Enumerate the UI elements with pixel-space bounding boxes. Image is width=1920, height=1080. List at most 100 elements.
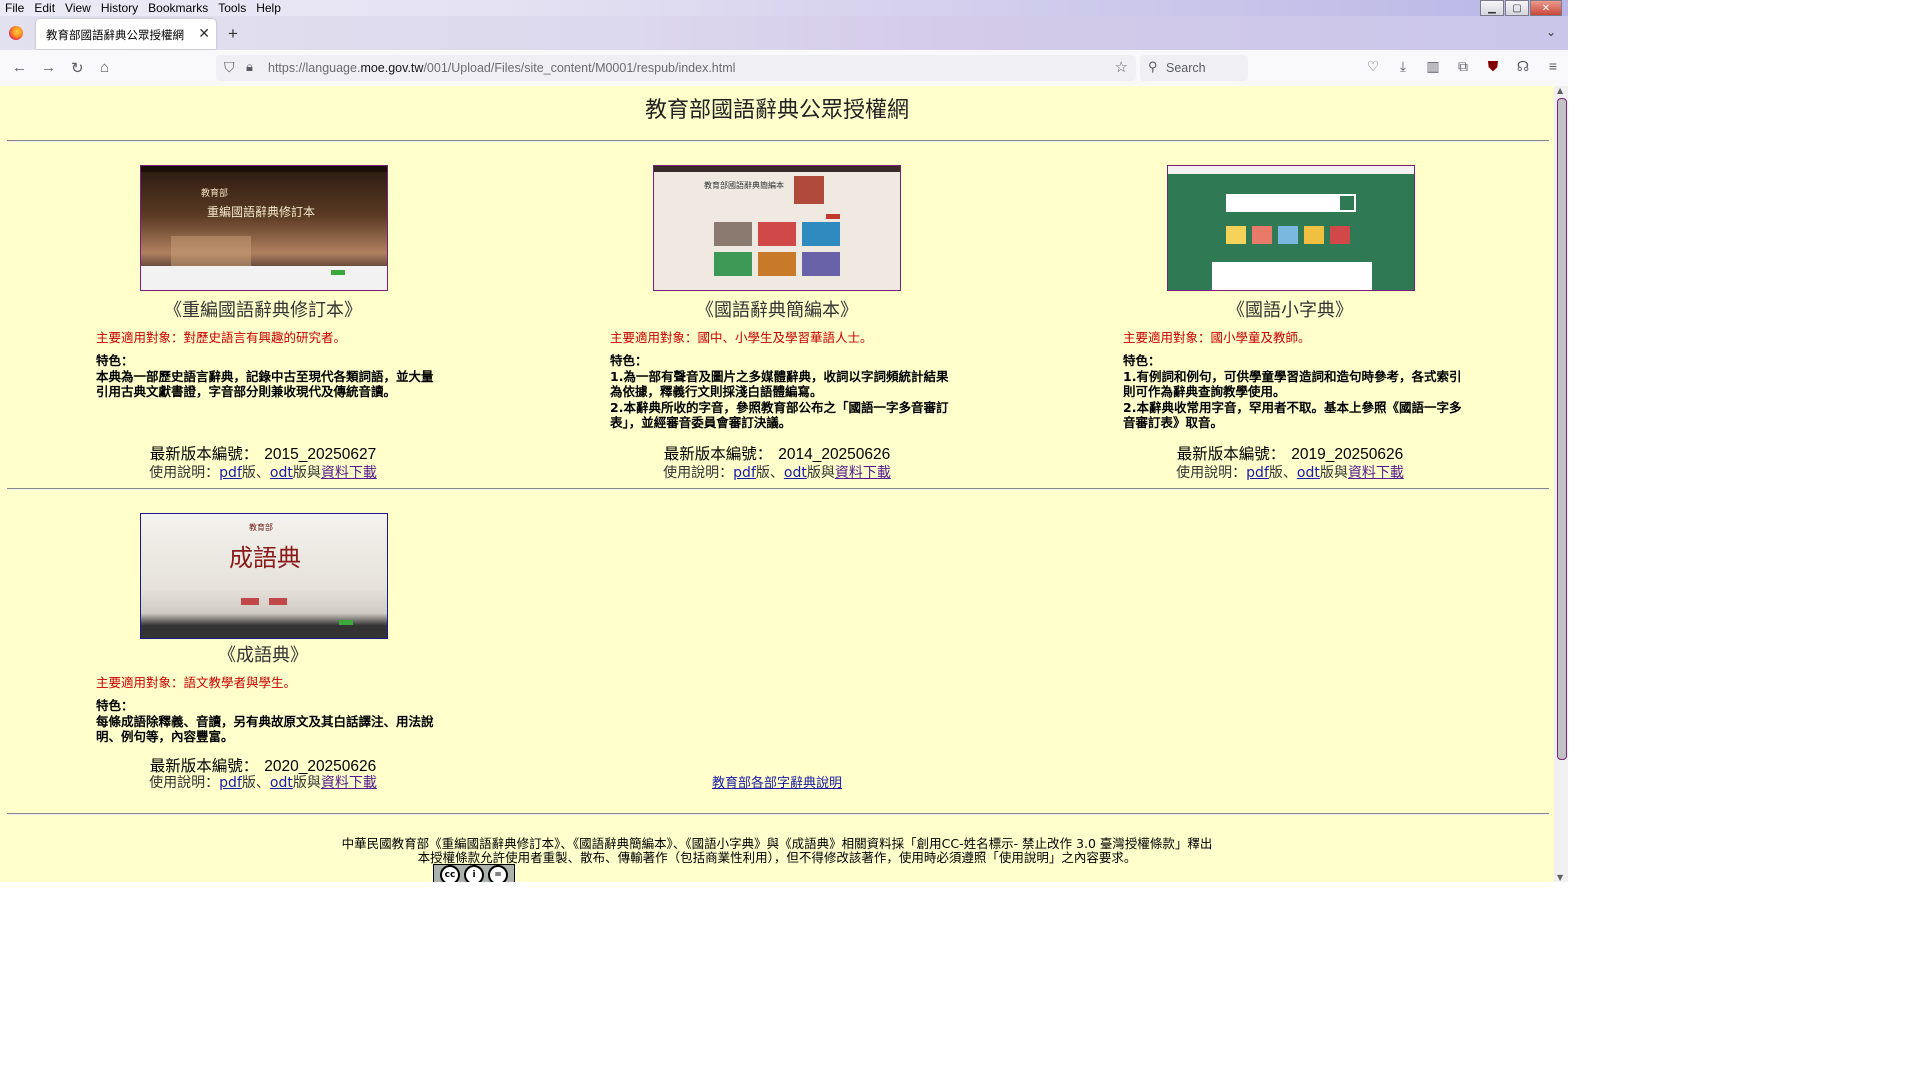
svg-text:重編國語辭典修訂本: 重編國語辭典修訂本: [207, 204, 315, 219]
reload-icon[interactable]: ↻: [71, 59, 84, 77]
footer-license-line2: 本授權條款允許使用者重製、散布、傳輸著作（包括商業性利用），但不得修改該著作，使…: [417, 850, 1137, 865]
dictionaries-explanation-link[interactable]: 教育部各部字辭典說明: [560, 772, 994, 791]
search-box[interactable]: ⚲ Search: [1140, 55, 1248, 81]
dictionary-screenshot-revised[interactable]: 教育部 重編國語辭典修訂本: [140, 165, 388, 291]
toolbar-icons: ♡ ⤓ ▥ ⧉ ⛊ ☊ ≡: [1358, 58, 1568, 75]
bookmark-star-icon[interactable]: ☆: [1115, 58, 1128, 76]
app-menu-icon[interactable]: ≡: [1538, 58, 1568, 75]
version-mini: 最新版本編號： 2019_20250626: [1100, 442, 1480, 464]
download-link[interactable]: 資料下載: [835, 465, 891, 481]
scrollbar-thumb[interactable]: [1557, 98, 1567, 760]
dictionary-title-revised: 《重編國語辭典修訂本》: [164, 300, 362, 321]
odt-suffix: 版與: [1319, 465, 1348, 481]
odt-link[interactable]: odt: [270, 465, 293, 481]
divider: [7, 488, 1549, 490]
close-window-button[interactable]: ✕: [1530, 0, 1562, 16]
forward-icon[interactable]: →: [41, 59, 56, 76]
features-text: 1.有例詞和例句，可供學童學習造詞和造句時參考，各式索引則可作為辭典查詢教學使用…: [1123, 368, 1462, 431]
downloads-icon[interactable]: ⤓: [1388, 58, 1418, 75]
dictionary-screenshot-mini[interactable]: [1167, 165, 1415, 291]
features-label: 特色：: [610, 353, 648, 368]
dictionary-screenshot-idioms[interactable]: 教育部 成語典: [140, 513, 388, 639]
download-link[interactable]: 資料下載: [1348, 465, 1404, 481]
divider: [7, 813, 1549, 815]
menu-bookmarks[interactable]: Bookmarks: [144, 1, 212, 15]
features-label: 特色：: [1123, 353, 1161, 368]
mini-dict-preview-image: [1168, 166, 1414, 290]
odt-link[interactable]: odt: [270, 775, 293, 791]
features-concised: 特色： 1.為一部有聲音及圖片之多媒體辭典，收詞以字詞頻統計結果為依據，釋義行文…: [610, 353, 950, 431]
svg-text:教育部國語辭典簡編本: 教育部國語辭典簡編本: [704, 180, 784, 190]
version-number: 2019_20250626: [1291, 446, 1404, 463]
tab-strip: 教育部國語辭典公眾授權網 ✕ + ⌄: [0, 16, 1568, 50]
menu-file[interactable]: File: [0, 1, 28, 15]
dictionary-screenshot-concised[interactable]: 教育部國語辭典簡編本: [653, 165, 901, 291]
back-icon[interactable]: ←: [12, 59, 27, 76]
usage-concised: 使用說明：pdf版、odt版與資料下載: [587, 462, 967, 482]
new-tab-icon[interactable]: +: [228, 24, 238, 44]
page-title: 教育部國語辭典公眾授權網: [644, 98, 909, 123]
features-label: 特色：: [96, 353, 134, 368]
features-text: 每條成語除釋義、音讀，另有典故原文及其白話譯注、用法說明、例句等，內容豐富。: [96, 713, 434, 745]
menu-help[interactable]: Help: [252, 1, 285, 15]
maximize-button[interactable]: ▢: [1505, 0, 1529, 16]
download-link[interactable]: 資料下載: [321, 465, 377, 481]
pdf-suffix: 版、: [241, 465, 270, 481]
menu-history[interactable]: History: [97, 1, 142, 15]
pocket-icon[interactable]: ♡: [1358, 58, 1388, 75]
pdf-link[interactable]: pdf: [219, 775, 242, 791]
vertical-scrollbar[interactable]: ▲ ▼: [1554, 86, 1568, 882]
features-revised: 特色： 本典為一部歷史語言辭典，記錄中古至現代各類詞語，並大量引用古典文獻書證，…: [96, 353, 436, 400]
usage-label: 使用說明：: [149, 465, 220, 481]
version-label: 最新版本編號：: [149, 446, 259, 463]
version-number: 2015_20250627: [264, 446, 377, 463]
version-label: 最新版本編號：: [663, 446, 773, 463]
window-controls: ▁ ▢ ✕: [1479, 0, 1562, 16]
firefox-logo-icon: [9, 26, 23, 40]
footer-license-line1: 中華民國教育部《重編國語辭典修訂本》、《國語辭典簡編本》、《國語小字典》與《成語…: [341, 836, 1213, 851]
download-link[interactable]: 資料下載: [321, 775, 377, 791]
scroll-down-icon[interactable]: ▼: [1557, 873, 1563, 882]
pdf-link[interactable]: pdf: [1246, 465, 1269, 481]
address-bar[interactable]: ⛉ 🔒︎ https://language.moe.gov.tw/001/Upl…: [216, 55, 1136, 81]
scroll-up-icon[interactable]: ▲: [1557, 86, 1563, 95]
url-text[interactable]: https://language.moe.gov.tw/001/Upload/F…: [268, 61, 735, 75]
minimize-button[interactable]: ▁: [1480, 0, 1504, 16]
odt-link[interactable]: odt: [784, 465, 807, 481]
usage-label: 使用說明：: [1176, 465, 1247, 481]
home-icon[interactable]: ⌂: [100, 59, 109, 76]
pdf-link[interactable]: pdf: [733, 465, 756, 481]
menu-edit[interactable]: Edit: [30, 1, 59, 15]
pdf-suffix: 版、: [755, 465, 784, 481]
menu-tools[interactable]: Tools: [214, 1, 250, 15]
lock-icon[interactable]: 🔒︎: [246, 59, 253, 75]
svg-text:教育部: 教育部: [201, 187, 228, 199]
headphones-icon[interactable]: ☊: [1508, 58, 1538, 75]
pdf-link[interactable]: pdf: [219, 465, 242, 481]
version-label: 最新版本編號：: [1176, 446, 1286, 463]
page-content: 教育部國語辭典公眾授權網 教育部 重編國語辭典修訂本 《重編國語辭典修訂本》 主…: [0, 86, 1554, 882]
audience-text-idioms: 主要適用對象：語文教學者與學生。: [96, 675, 297, 690]
svg-text:教育部: 教育部: [249, 522, 273, 532]
odt-suffix: 版與: [292, 775, 321, 791]
menu-view[interactable]: View: [61, 1, 95, 15]
audience-text-mini: 主要適用對象：國小學童及教師。: [1123, 330, 1311, 345]
tracking-shield-icon[interactable]: ⛉: [224, 59, 235, 76]
cc-license-badge[interactable]: cc i =: [433, 864, 515, 882]
tab-title: 教育部國語辭典公眾授權網: [46, 30, 184, 42]
revised-dict-preview-image: 教育部 重編國語辭典修訂本: [141, 166, 387, 290]
odt-link[interactable]: odt: [1297, 465, 1320, 481]
tab-active[interactable]: 教育部國語辭典公眾授權網 ✕: [36, 19, 216, 49]
close-tab-icon[interactable]: ✕: [198, 25, 210, 42]
version-revised: 最新版本編號： 2015_20250627: [73, 442, 453, 464]
odt-suffix: 版與: [806, 465, 835, 481]
features-label: 特色：: [96, 698, 134, 713]
list-tabs-icon[interactable]: ⌄: [1546, 25, 1556, 39]
sidebar-icon[interactable]: ▥: [1418, 58, 1448, 75]
pdf-suffix: 版、: [241, 775, 270, 791]
usage-revised: 使用說明：pdf版、odt版與資料下載: [73, 462, 453, 482]
ublock-icon[interactable]: ⛊: [1478, 58, 1508, 75]
extensions-icon[interactable]: ⧉: [1448, 58, 1478, 75]
no-derivatives-icon: =: [488, 865, 508, 882]
search-icon: ⚲: [1148, 59, 1158, 74]
